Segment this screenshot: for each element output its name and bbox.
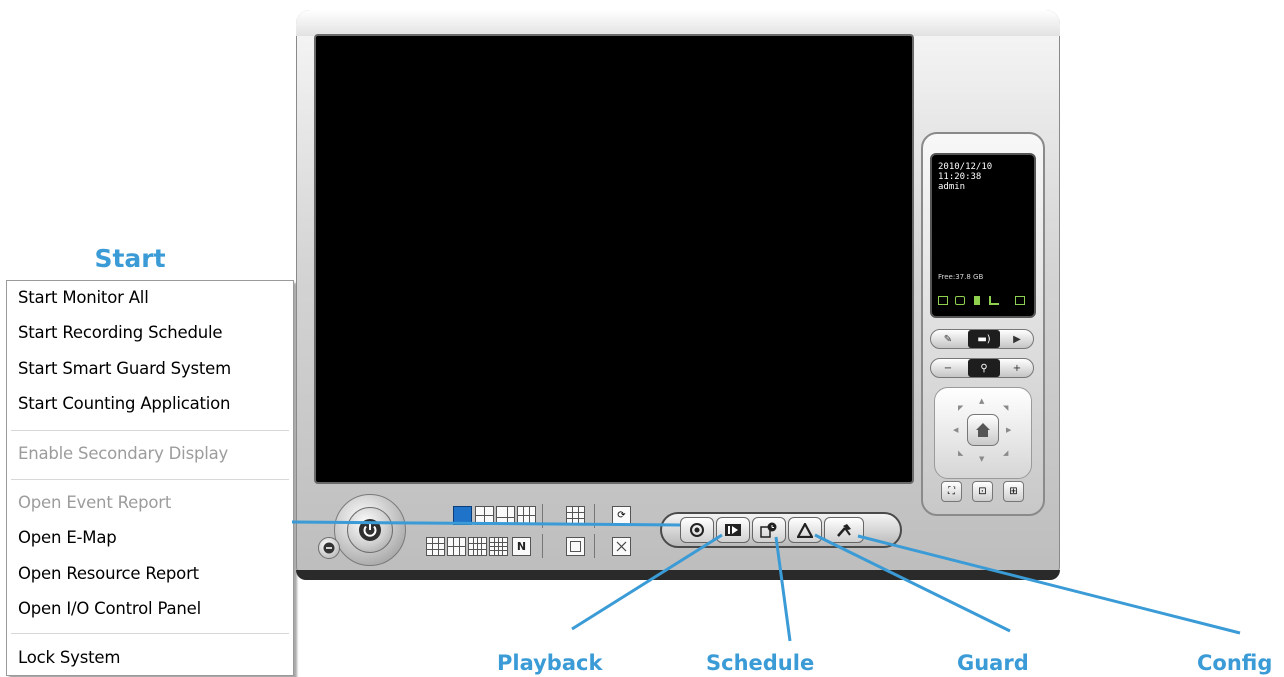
callout-schedule: Schedule	[706, 651, 815, 675]
callout-config: Config	[1197, 651, 1273, 675]
callout-lines	[291, 520, 1241, 642]
callout-guard: Guard	[957, 651, 1029, 675]
callout-playback: Playback	[497, 651, 603, 675]
